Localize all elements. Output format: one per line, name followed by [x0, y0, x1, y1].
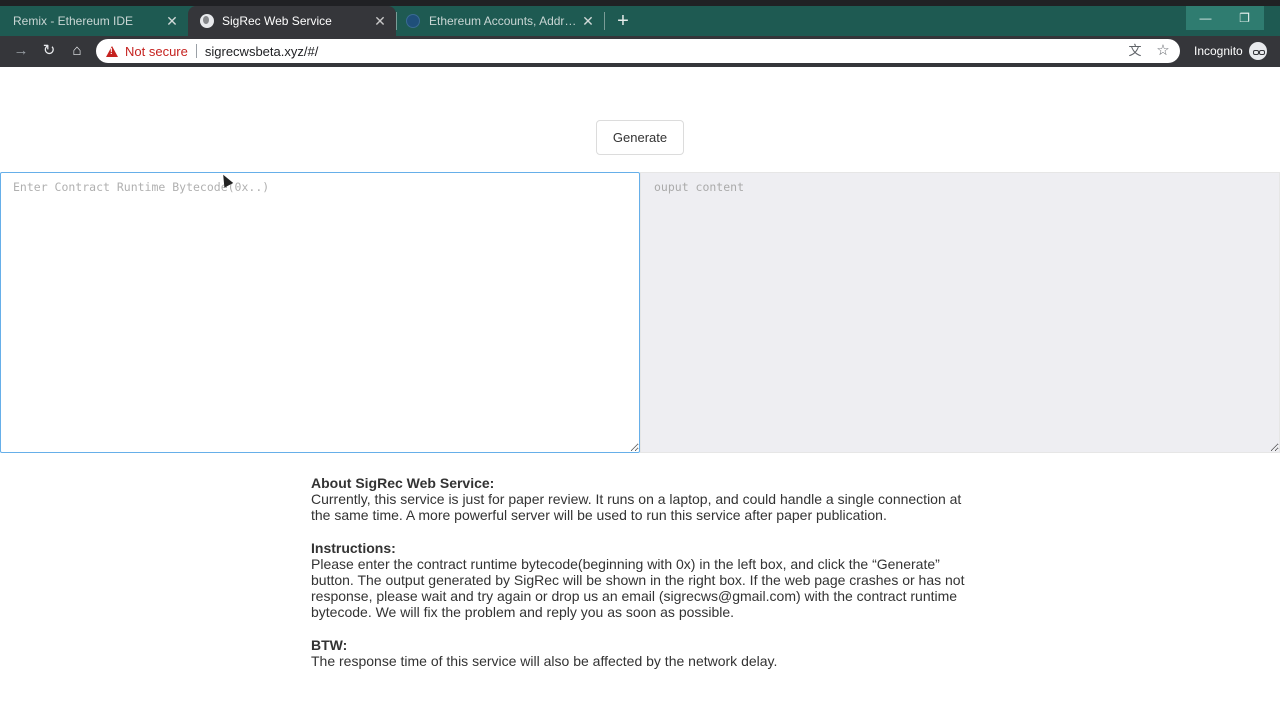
forward-arrow-icon[interactable]: →	[10, 41, 32, 61]
restore-window-button[interactable]: ❐	[1225, 6, 1264, 30]
close-tab-icon[interactable]: ✕	[372, 13, 388, 29]
btw-block: BTW: The response time of this service w…	[311, 637, 971, 669]
instructions-heading: Instructions:	[311, 540, 396, 556]
generate-button[interactable]: Generate	[596, 120, 684, 155]
tab-separator	[604, 12, 605, 30]
btw-heading: BTW:	[311, 637, 348, 653]
new-tab-button[interactable]: +	[612, 10, 634, 32]
home-icon[interactable]: ⌂	[66, 41, 88, 61]
reload-icon[interactable]: ↻	[38, 41, 60, 61]
bytecode-input[interactable]	[0, 172, 640, 453]
warning-icon	[106, 45, 118, 57]
instructions-block: Instructions: Please enter the contract …	[311, 540, 971, 620]
url-text[interactable]: sigrecwsbeta.xyz/#/	[205, 44, 318, 59]
tab-sigrec[interactable]: SigRec Web Service ✕	[188, 6, 396, 36]
tab-title: Ethereum Accounts, Addresses	[429, 14, 579, 28]
ethereum-icon	[406, 14, 420, 28]
output-content[interactable]	[640, 172, 1280, 453]
about-section: About SigRec Web Service: Currently, thi…	[311, 475, 971, 686]
instructions-text: Please enter the contract runtime byteco…	[311, 556, 965, 620]
bookmark-star-icon[interactable]: ☆	[1154, 42, 1172, 60]
security-status[interactable]: Not secure	[125, 44, 188, 59]
close-tab-icon[interactable]: ✕	[164, 13, 180, 29]
about-text: Currently, this service is just for pape…	[311, 491, 962, 523]
incognito-icon[interactable]	[1249, 42, 1267, 60]
btw-text: The response time of this service will a…	[311, 653, 778, 669]
tab-ethereum-accounts[interactable]: Ethereum Accounts, Addresses ✕	[396, 6, 604, 36]
incognito-label[interactable]: Incognito	[1194, 43, 1243, 59]
about-block: About SigRec Web Service: Currently, thi…	[311, 475, 971, 523]
close-tab-icon[interactable]: ✕	[580, 13, 596, 29]
tab-title: Remix - Ethereum IDE	[13, 14, 134, 28]
omnibox-divider	[195, 44, 197, 58]
minimize-window-button[interactable]: —	[1186, 6, 1225, 30]
globe-icon	[200, 14, 214, 28]
tab-remix[interactable]: Remix - Ethereum IDE ✕	[0, 6, 188, 36]
translate-icon[interactable]: 文	[1126, 42, 1144, 60]
about-heading: About SigRec Web Service:	[311, 475, 495, 491]
tab-title: SigRec Web Service	[222, 14, 332, 28]
address-bar[interactable]: Not secure sigrecwsbeta.xyz/#/ 文 ☆	[96, 39, 1180, 63]
